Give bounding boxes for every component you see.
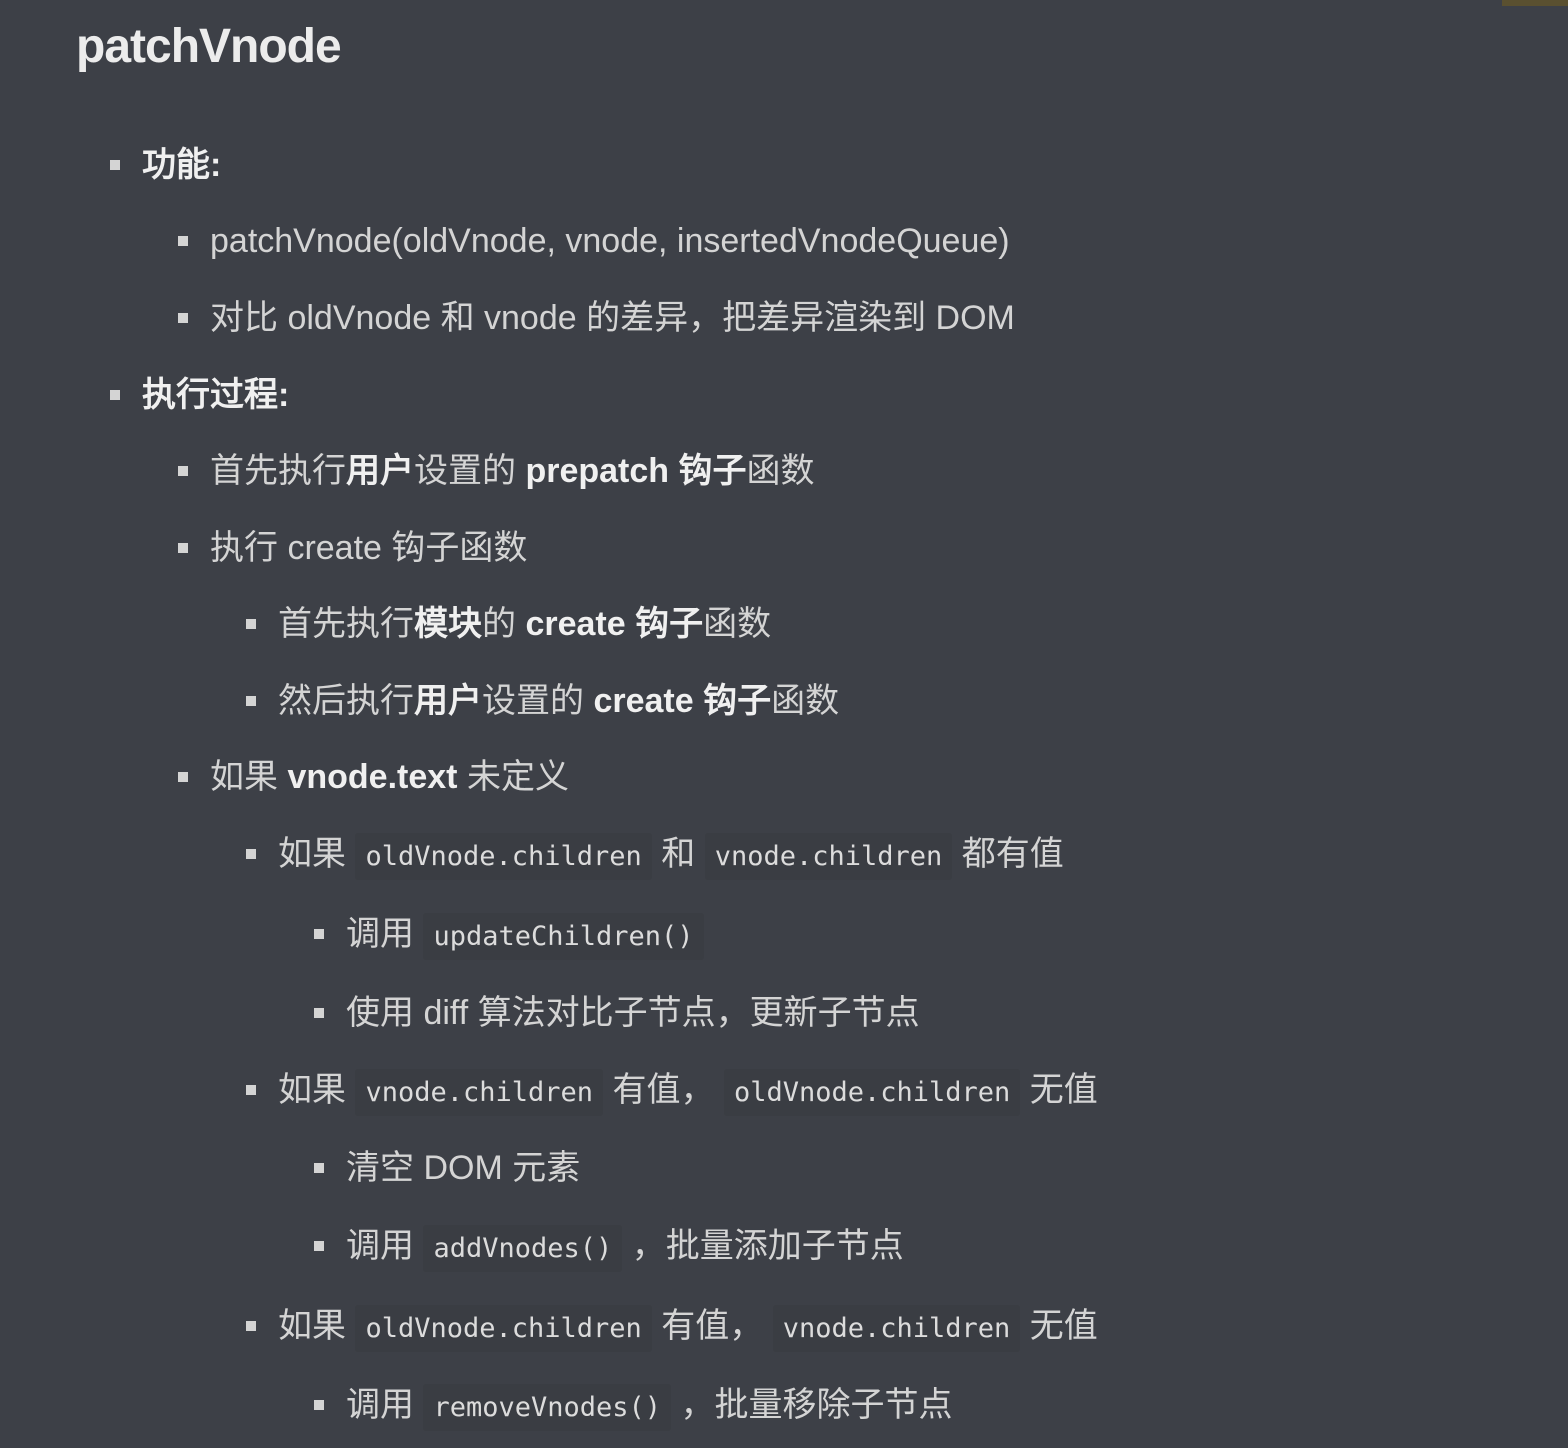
- bullet-icon: [246, 849, 256, 859]
- clear-dom-text: 清空 DOM 元素: [346, 1149, 581, 1187]
- inline-code: oldVnode.children: [355, 833, 652, 880]
- bullet-icon: [314, 1163, 324, 1173]
- text-fragment: 如果: [278, 1307, 356, 1345]
- text-fragment: 首先执行: [278, 605, 414, 643]
- inline-code: addVnodes(): [423, 1225, 623, 1272]
- bold-fragment: create 钩子: [525, 605, 704, 643]
- bullet-icon: [246, 1321, 256, 1331]
- text-fragment: 设置的: [482, 682, 594, 720]
- bullet-icon: [314, 1008, 324, 1018]
- page-title: patchVnode: [76, 20, 342, 73]
- inline-code: removeVnodes(): [423, 1384, 672, 1431]
- text-fragment: 无值: [1020, 1071, 1098, 1109]
- inline-code: updateChildren(): [423, 913, 704, 960]
- bullet-icon: [246, 696, 256, 706]
- remove-vnodes-text: 调用 removeVnodes() ，批量移除子节点: [346, 1375, 952, 1438]
- section-heading-function: 功能:: [142, 146, 222, 184]
- bullet-icon: [314, 1241, 324, 1251]
- text-fragment: 调用: [346, 1386, 424, 1424]
- text-fragment: 和: [651, 835, 705, 873]
- create-module-text: 首先执行模块的 create 钩子函数: [278, 594, 771, 654]
- inline-code: oldVnode.children: [723, 1069, 1021, 1116]
- function-purpose: 对比 oldVnode 和 vnode 的差异，把差异渲染到 DOM: [210, 299, 1015, 337]
- corner-mark: [1502, 0, 1568, 6]
- text-fragment: 首先执行: [210, 452, 346, 490]
- bold-fragment: 用户: [414, 682, 482, 720]
- text-fragment: 有值，: [603, 1071, 724, 1109]
- bullet-icon: [178, 543, 188, 553]
- diff-text: 使用 diff 算法对比子节点，更新子节点: [346, 994, 920, 1032]
- text-fragment: 无值: [1020, 1307, 1098, 1345]
- bullet-icon: [246, 1085, 256, 1095]
- text-fragment: 如果: [210, 758, 288, 796]
- bullet-icon: [110, 160, 120, 170]
- text-undefined-text: 如果 vnode.text 未定义: [210, 747, 569, 807]
- update-children-text: 调用 updateChildren(): [346, 904, 704, 967]
- text-fragment: 调用: [346, 915, 424, 953]
- bullet-icon: [178, 236, 188, 246]
- new-only-text: 如果 vnode.children 有值， oldVnode.children …: [278, 1060, 1098, 1123]
- text-fragment: 函数: [771, 682, 840, 720]
- text-fragment: 如果: [278, 1071, 356, 1109]
- text-fragment: 设置的: [414, 452, 526, 490]
- inline-code: oldVnode.children: [355, 1305, 652, 1352]
- bold-fragment: prepatch 钩子: [525, 452, 747, 490]
- function-signature: patchVnode(oldVnode, vnode, insertedVnod…: [210, 222, 1010, 260]
- bullet-icon: [178, 772, 188, 782]
- bullet-icon: [314, 1400, 324, 1410]
- bold-fragment: 用户: [346, 452, 414, 490]
- create-user-text: 然后执行用户设置的 create 钩子函数: [278, 671, 839, 731]
- create-label: 执行 create 钩子函数: [210, 529, 528, 567]
- prepatch-text: 首先执行用户设置的 prepatch 钩子函数: [210, 441, 815, 501]
- bullet-icon: [178, 466, 188, 476]
- inline-code: vnode.children: [704, 833, 953, 880]
- bullet-icon: [314, 929, 324, 939]
- bold-fragment: 模块: [414, 605, 482, 643]
- text-fragment: 有值，: [651, 1307, 773, 1345]
- bold-fragment: vnode.text: [287, 758, 458, 796]
- bold-fragment: create 钩子: [593, 682, 772, 720]
- text-fragment: 的: [482, 605, 526, 643]
- section-heading-process: 执行过程:: [142, 376, 290, 414]
- text-fragment: 都有值: [952, 835, 1064, 873]
- old-only-text: 如果 oldVnode.children 有值， vnode.children …: [278, 1296, 1098, 1359]
- both-children-text: 如果 oldVnode.children 和 vnode.children 都有…: [278, 824, 1064, 887]
- bullet-icon: [110, 390, 120, 400]
- text-fragment: ，批量添加子节点: [622, 1227, 904, 1265]
- text-fragment: 调用: [346, 1227, 424, 1265]
- text-fragment: 未定义: [457, 758, 569, 796]
- inline-code: vnode.children: [772, 1305, 1021, 1352]
- text-fragment: 然后执行: [278, 682, 414, 720]
- inline-code: vnode.children: [355, 1069, 604, 1116]
- text-fragment: 函数: [703, 605, 772, 643]
- bullet-icon: [178, 313, 188, 323]
- text-fragment: 函数: [746, 452, 815, 490]
- text-fragment: ，批量移除子节点: [671, 1386, 953, 1424]
- add-vnodes-text: 调用 addVnodes() ，批量添加子节点: [346, 1216, 904, 1279]
- text-fragment: 如果: [278, 835, 356, 873]
- bullet-icon: [246, 619, 256, 629]
